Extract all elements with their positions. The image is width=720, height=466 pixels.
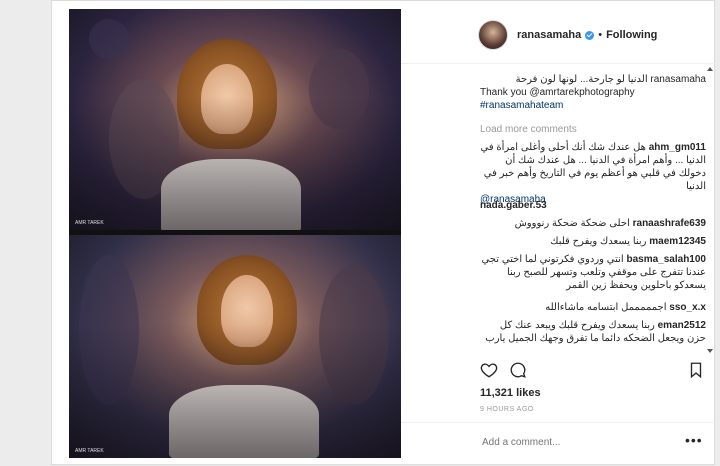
verified-badge-icon — [585, 30, 595, 40]
post-sidebar: ranasamaha • Following ranasamaha الدنيا… — [401, 1, 715, 466]
post-photo[interactable]: AMR TAREK AMR TAREK — [69, 9, 401, 458]
list-item: ahm_gm011 هل عندك شك أنك أحلى وأغلى امرأ… — [480, 141, 706, 206]
list-item: nada.gaber.53 — [480, 199, 706, 212]
following-button[interactable]: Following — [606, 29, 657, 41]
caption: ranasamaha الدنيا لو جارحة... لونها لون … — [480, 73, 706, 112]
add-comment-bar: ••• — [401, 422, 715, 461]
comment-icon[interactable] — [509, 361, 527, 379]
photo-top: AMR TAREK — [69, 9, 401, 230]
instagram-post-frame: AMR TAREK AMR TAREK ranasamaha • Followi… — [51, 0, 715, 465]
list-item: maem12345 ربنا يسعدك ويفرح قلبك — [480, 235, 706, 248]
add-comment-input[interactable] — [480, 436, 684, 449]
post-actions — [480, 361, 710, 383]
comment-username[interactable]: nada.gaber.53 — [480, 200, 547, 211]
list-item: ranaashrafe639 احلى ضحكة ضحكة رنوووش — [480, 217, 706, 230]
photo-credit: AMR TAREK — [75, 448, 104, 454]
likes-count[interactable]: 11,321 likes — [480, 387, 541, 399]
list-item: basma_salah100 انتي وردوي فكرتوني لما اخ… — [480, 253, 706, 292]
comment-username[interactable]: sso_x.x — [669, 302, 706, 313]
comment-text: اجمممممل ابتسامه ماشاءالله — [545, 302, 667, 313]
list-item: sso_x.x اجمممممل ابتسامه ماشاءالله — [480, 301, 706, 314]
caption-line-1: ranasamaha الدنيا لو جارحة... لونها لون … — [515, 74, 706, 85]
comment-text: احلى ضحكة ضحكة رنوووش — [514, 218, 630, 229]
avatar[interactable] — [478, 20, 508, 50]
caption-hashtag[interactable]: #ranasamahateam — [480, 99, 706, 112]
photo-bottom: AMR TAREK — [69, 235, 401, 458]
more-options-icon[interactable]: ••• — [685, 432, 703, 448]
comment-username[interactable]: maem12345 — [649, 236, 706, 247]
post-username[interactable]: ranasamaha — [517, 29, 581, 41]
comments-list: ranasamaha الدنيا لو جارحة... لونها لون … — [401, 65, 715, 353]
comment-username[interactable]: ahm_gm011 — [649, 142, 706, 153]
comment-username[interactable]: eman2512 — [658, 320, 706, 331]
post-timestamp: 9 HOURS AGO — [480, 406, 534, 413]
heart-icon[interactable] — [480, 361, 498, 379]
photo-credit: AMR TAREK — [75, 220, 104, 226]
post-header: ranasamaha • Following — [401, 15, 715, 64]
scroll-down-arrow-icon[interactable] — [707, 349, 713, 353]
load-more-comments[interactable]: Load more comments — [480, 123, 706, 136]
bookmark-icon[interactable] — [687, 361, 705, 379]
comment-text: ربنا يسعدك ويفرح قلبك — [550, 236, 647, 247]
scroll-up-arrow-icon[interactable] — [707, 67, 713, 71]
list-item: eman2512 ربنا يسعدك ويفرح قلبك ويبعد عنك… — [480, 319, 706, 345]
comments-scrollbar[interactable] — [707, 67, 713, 353]
caption-line-2: Thank you @amrtarekphotography — [480, 87, 635, 98]
comment-username[interactable]: basma_salah100 — [626, 254, 706, 265]
comment-username[interactable]: ranaashrafe639 — [633, 218, 706, 229]
separator-dot: • — [598, 29, 603, 41]
